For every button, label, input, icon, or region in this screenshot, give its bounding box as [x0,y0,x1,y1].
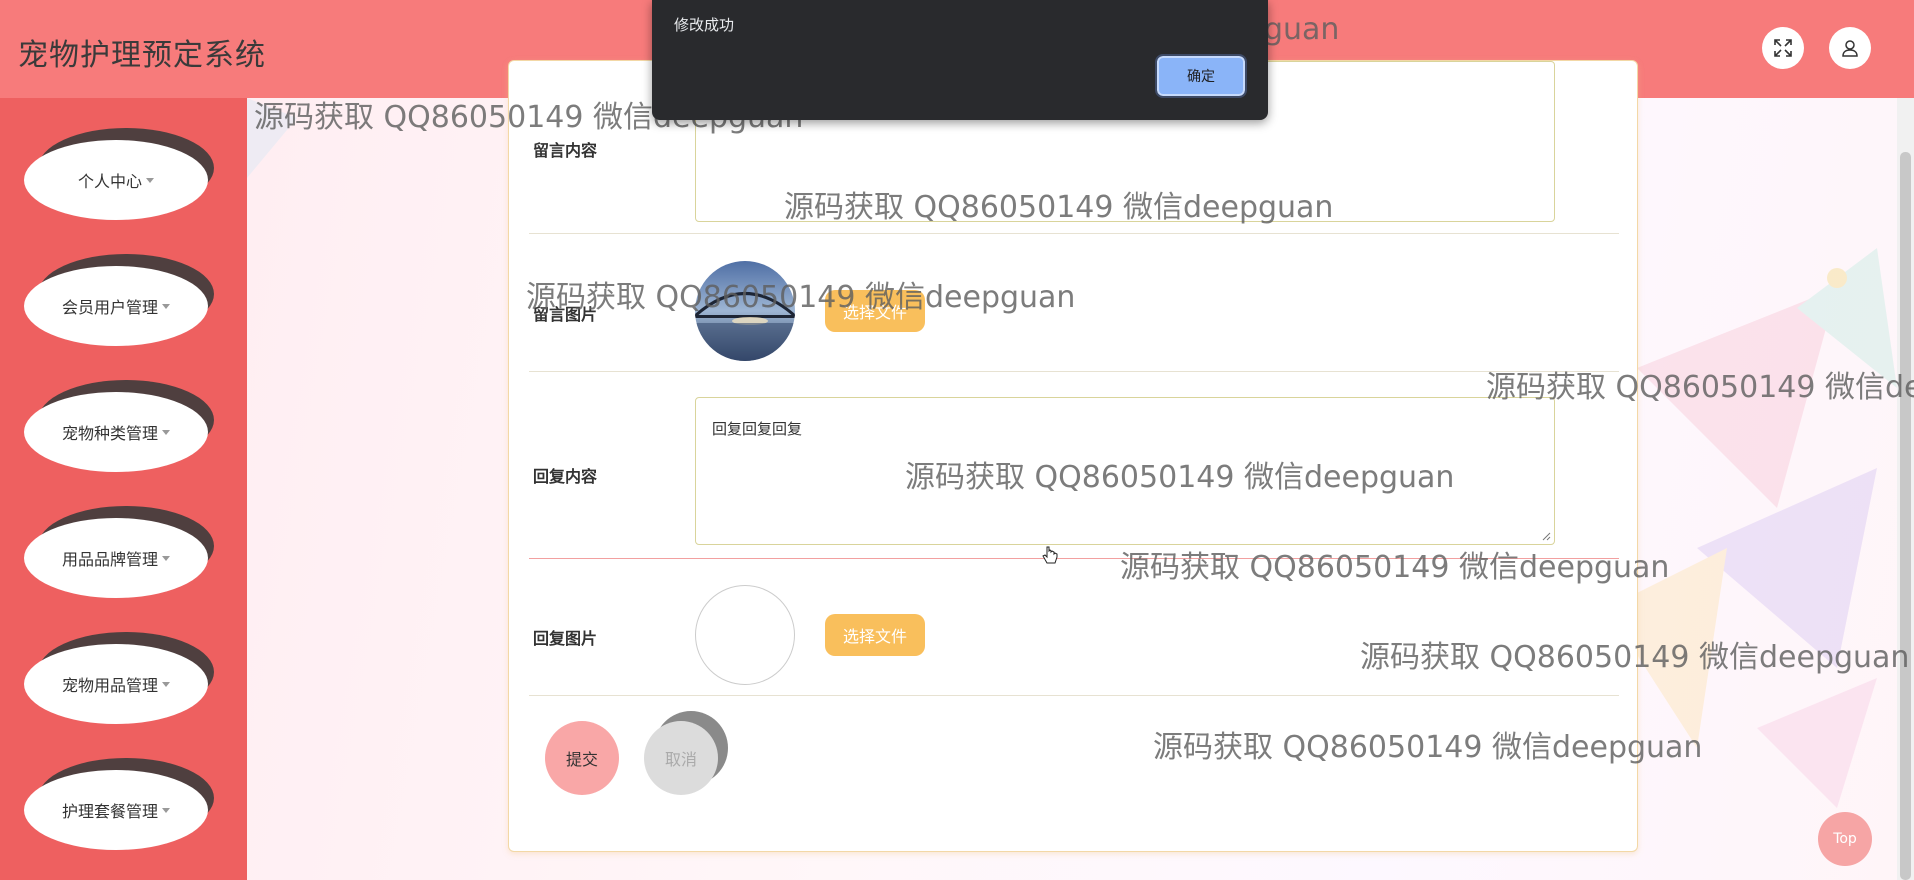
caret-down-icon [146,177,154,183]
sidebar-item-brands[interactable]: 用品品牌管理 [24,506,218,600]
watermark: 源码获取 QQ86050149 微信deepguan [1120,550,1670,585]
app-title: 宠物护理预定系统 [18,38,266,73]
cancel-button[interactable]: 取消 [644,721,718,795]
caret-down-icon [162,681,170,687]
sidebar-item-label: 宠物用品管理 [61,676,158,695]
sidebar-item-personal-center[interactable]: 个人中心 [24,128,218,222]
sidebar-item-label: 个人中心 [77,172,142,191]
watermark: 源码获取 QQ86050149 微信deepguan [1486,370,1914,405]
caret-down-icon [162,807,170,813]
reply-image-preview [695,585,795,685]
divider [529,233,1619,234]
back-to-top-button[interactable]: Top [1818,812,1872,866]
hand-cursor-icon [1042,546,1058,564]
fullscreen-icon [1774,39,1792,57]
watermark: 源码获取 QQ86050149 微信deepguan [526,280,1076,315]
watermark: 源码获取 QQ86050149 微信deepguan [1360,640,1910,675]
sidebar-item-label: 会员用户管理 [61,298,158,317]
caret-down-icon [162,555,170,561]
scrollbar-thumb[interactable] [1900,152,1911,880]
fullscreen-button[interactable] [1762,27,1804,69]
sidebar-item-pet-supplies[interactable]: 宠物用品管理 [24,632,218,726]
sidebar-item-label: 用品品牌管理 [61,550,158,569]
divider [529,695,1619,696]
reply-content-label: 回复内容 [533,467,598,486]
user-icon [1842,40,1858,57]
resize-grip-icon[interactable] [1541,531,1551,541]
dialog-ok-button[interactable]: 确定 [1155,54,1247,98]
watermark: 源码获取 QQ86050149 微信deepguan [1153,730,1703,765]
sidebar-item-pet-types[interactable]: 宠物种类管理 [24,380,218,474]
caret-down-icon [162,303,170,309]
dialog-message: 修改成功 [674,16,735,34]
caret-down-icon [162,429,170,435]
cancel-button-wrap: 取消 [644,711,728,795]
reply-image-upload-button[interactable]: 选择文件 [825,614,925,656]
sidebar-item-care-packages[interactable]: 护理套餐管理 [24,758,218,852]
user-button[interactable] [1829,27,1871,69]
sidebar-item-label: 护理套餐管理 [61,802,158,821]
reply-content-value: 回复回复回复 [712,420,803,438]
watermark: 源码获取 QQ86050149 微信deepguan [905,460,1455,495]
sidebar: 个人中心 会员用户管理 宠物种类管理 用品品牌管理 宠物用品管理 护理套餐管理 [0,98,247,880]
sidebar-item-member-users[interactable]: 会员用户管理 [24,254,218,348]
message-content-label: 留言内容 [533,141,598,160]
sidebar-item-label: 宠物种类管理 [61,424,158,443]
submit-button[interactable]: 提交 [545,721,619,795]
reply-image-label: 回复图片 [533,629,598,648]
divider [529,371,1619,372]
watermark: 源码获取 QQ86050149 微信deepguan [784,190,1334,225]
alert-dialog: 修改成功 确定 [652,0,1268,120]
